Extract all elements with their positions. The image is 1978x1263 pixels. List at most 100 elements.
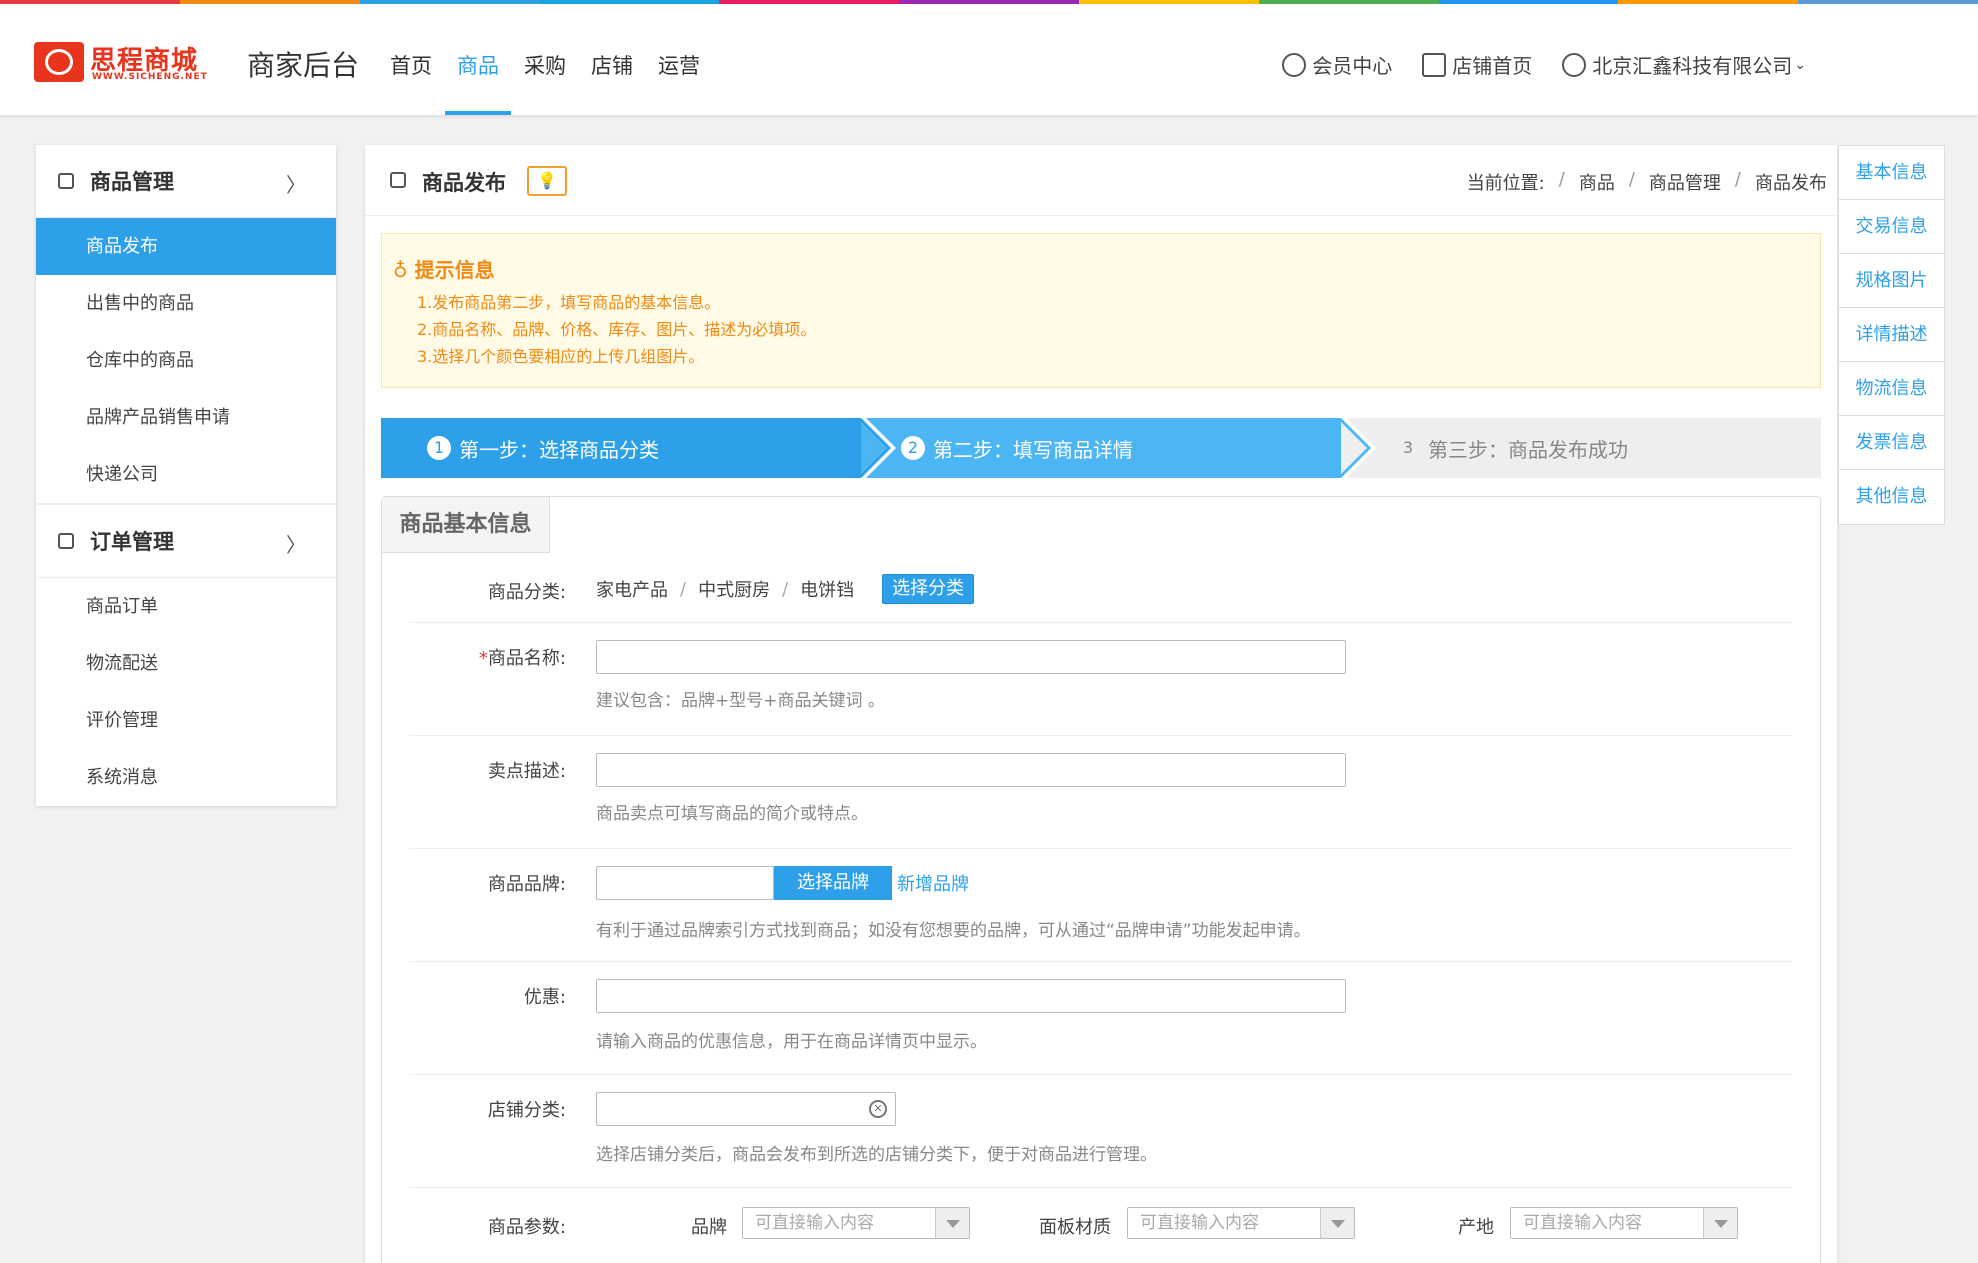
sidebar: 商品管理 〉 商品发布 出售中的商品 仓库中的商品 品牌产品销售申请 快递公司 … (36, 145, 336, 806)
select-brand-button[interactable]: 选择品牌 (774, 866, 892, 900)
goods-manage-icon (58, 173, 74, 189)
param-panel-material-input[interactable]: 可直接输入内容 (1127, 1207, 1355, 1239)
discount-input[interactable] (596, 979, 1346, 1013)
brand-row: 商品品牌: 选择品牌 新增品牌 有利于通过品牌索引方式找到商品；如没有您想要的品… (409, 850, 1792, 962)
param-name: 产地 (1458, 1217, 1494, 1238)
anchor-spec-images[interactable]: 规格图片 (1839, 254, 1944, 308)
sidebar-item-messages[interactable]: 系统消息 (36, 749, 336, 806)
page-header: 商品发布 💡 当前位置: / 商品 / 商品管理 / 商品发布 (365, 145, 1837, 216)
params-label: 商品参数: (487, 1217, 566, 1238)
order-manage-icon (58, 533, 74, 549)
store-category-hint: 选择店铺分类后，商品会发布到所选的店铺分类下，便于对商品进行管理。 (596, 1145, 1157, 1165)
tip-line: 3.选择几个颜色要相应的上传几组图片。 (417, 347, 705, 366)
sidebar-item-logistics[interactable]: 物流配送 (36, 635, 336, 692)
company-name: 北京汇鑫科技有限公司 (1592, 54, 1793, 78)
brand-hint: 有利于通过品牌索引方式找到商品；如没有您想要的品牌，可从通过“品牌申请”功能发起… (596, 921, 1311, 941)
tips-box: ♁ 提示信息 1.发布商品第二步，填写商品的基本信息。 2.商品名称、品牌、价格… (381, 233, 1821, 388)
select-category-button[interactable]: 选择分类 (882, 574, 975, 604)
category-level-1: 家电产品 (596, 580, 668, 601)
nav-purchase[interactable]: 采购 (524, 50, 566, 115)
dropdown-arrow-icon[interactable] (1703, 1208, 1737, 1238)
breadcrumb-item[interactable]: 商品管理 (1649, 169, 1721, 195)
lightbulb-icon[interactable]: 💡 (527, 166, 567, 196)
brand-input[interactable] (596, 866, 774, 900)
param-origin-input[interactable]: 可直接输入内容 (1510, 1207, 1738, 1239)
sidebar-item-orders[interactable]: 商品订单 (36, 578, 336, 635)
store-icon (1422, 52, 1447, 77)
category-level-3: 电饼铛 (800, 580, 855, 601)
step-arrows (857, 418, 1376, 478)
discount-hint: 请输入商品的优惠信息，用于在商品详情页中显示。 (596, 1032, 987, 1052)
anchor-other-info[interactable]: 其他信息 (1839, 470, 1944, 524)
sidebar-item-brand-apply[interactable]: 品牌产品销售申请 (36, 389, 336, 446)
store-category-label: 店铺分类: (487, 1100, 566, 1121)
sidebar-group-orders[interactable]: 订单管理 〉 (36, 505, 336, 578)
right-anchor-nav: 基本信息 交易信息 规格图片 详情描述 物流信息 发票信息 其他信息 (1838, 145, 1945, 525)
discount-label: 优惠: (523, 987, 566, 1008)
category-path: 家电产品 / 中式厨房 / 电饼铛 选择分类 (596, 574, 975, 604)
user-nav: 会员中心 店铺首页 北京汇鑫科技有限公司 ⌄ (1252, 50, 1806, 79)
account-menu[interactable]: 北京汇鑫科技有限公司 ⌄ (1562, 50, 1806, 79)
name-label: *商品名称: (478, 648, 566, 669)
discount-row: 优惠: 请输入商品的优惠信息，用于在商品详情页中显示。 (409, 963, 1792, 1075)
selling-point-row: 卖点描述: 商品卖点可填写商品的简介或特点。 (409, 737, 1792, 849)
nav-home[interactable]: 首页 (390, 50, 432, 115)
store-home-label: 店铺首页 (1452, 54, 1533, 78)
selling-point-input[interactable] (596, 753, 1346, 787)
store-category-row: 店铺分类: ✕ 选择店铺分类后，商品会发布到所选的店铺分类下，便于对商品进行管理… (409, 1076, 1792, 1188)
top-bar: 思程商城 WWW.SICHENG.NET 商家后台 首页 商品 采购 店铺 运营… (0, 4, 1978, 115)
tip-line: 1.发布商品第二步，填写商品的基本信息。 (417, 293, 721, 312)
name-hint: 建议包含：品牌+型号+商品关键词 。 (596, 691, 885, 711)
anchor-logistics-info[interactable]: 物流信息 (1839, 362, 1944, 416)
page-title: 商品发布 (422, 171, 506, 195)
sidebar-item-warehouse[interactable]: 仓库中的商品 (36, 332, 336, 389)
anchor-detail-desc[interactable]: 详情描述 (1839, 308, 1944, 362)
anchor-invoice-info[interactable]: 发票信息 (1839, 416, 1944, 470)
user-circle-icon (1282, 52, 1307, 77)
lightbulb-icon: ♁ (393, 258, 408, 282)
tip-line: 2.商品名称、品牌、价格、库存、图片、描述为必填项。 (417, 320, 817, 339)
store-home-link[interactable]: 店铺首页 (1422, 50, 1532, 79)
site-logo[interactable]: 思程商城 WWW.SICHENG.NET (34, 40, 234, 86)
nav-operation[interactable]: 运营 (658, 50, 700, 115)
member-center-link[interactable]: 会员中心 (1282, 50, 1392, 79)
chevron-down-icon: ⌄ (1794, 56, 1806, 73)
breadcrumb-item[interactable]: 商品 (1579, 169, 1615, 195)
param-name: 面板材质 (1039, 1217, 1111, 1238)
goods-name-input[interactable] (596, 640, 1346, 674)
main-nav: 首页 商品 采购 店铺 运营 (390, 50, 725, 115)
params-row: 商品参数: 品牌 可直接输入内容 面板材质 可直接输入内容 产地 可直接输入内容 (409, 1189, 1792, 1263)
category-label: 商品分类: (487, 582, 566, 603)
sidebar-item-publish[interactable]: 商品发布 (36, 218, 336, 275)
clear-icon[interactable]: ✕ (869, 1100, 887, 1118)
section-title: 商品基本信息 (382, 497, 550, 553)
category-row: 商品分类: 家电产品 / 中式厨房 / 电饼铛 选择分类 (409, 553, 1792, 623)
sidebar-group-goods[interactable]: 商品管理 〉 (36, 145, 336, 218)
account-icon (1562, 52, 1587, 77)
category-level-2: 中式厨房 (698, 580, 771, 601)
step-progress: 1 第一步：选择商品分类 2 第二步：填写商品详情 3 第三步：商品发布成功 (381, 418, 1821, 478)
sidebar-group-title: 订单管理 (90, 530, 174, 554)
store-category-select[interactable]: ✕ (596, 1092, 896, 1126)
app-title: 商家后台 (247, 49, 360, 82)
breadcrumb-label: 当前位置: (1466, 173, 1545, 194)
selling-point-label: 卖点描述: (487, 761, 566, 782)
name-row: *商品名称: 建议包含：品牌+型号+商品关键词 。 (409, 624, 1792, 736)
sidebar-item-express[interactable]: 快递公司 (36, 446, 336, 503)
nav-goods[interactable]: 商品 (445, 50, 511, 115)
add-brand-link[interactable]: 新增品牌 (897, 870, 969, 896)
sidebar-item-reviews[interactable]: 评价管理 (36, 692, 336, 749)
dropdown-arrow-icon[interactable] (1320, 1208, 1354, 1238)
breadcrumb: 当前位置: / 商品 / 商品管理 / 商品发布 (1466, 169, 1827, 195)
anchor-trade-info[interactable]: 交易信息 (1839, 200, 1944, 254)
nav-store[interactable]: 店铺 (591, 50, 633, 115)
logo-mark-icon (34, 42, 84, 82)
breadcrumb-item: 商品发布 (1755, 173, 1827, 194)
dropdown-arrow-icon[interactable] (935, 1208, 969, 1238)
param-brand-input[interactable]: 可直接输入内容 (742, 1207, 970, 1239)
anchor-basic-info[interactable]: 基本信息 (1839, 146, 1944, 200)
tips-title: ♁ 提示信息 (393, 254, 495, 283)
tips-title-text: 提示信息 (414, 258, 495, 282)
sidebar-item-on-sale[interactable]: 出售中的商品 (36, 275, 336, 332)
brand-label: 商品品牌: (487, 874, 566, 895)
